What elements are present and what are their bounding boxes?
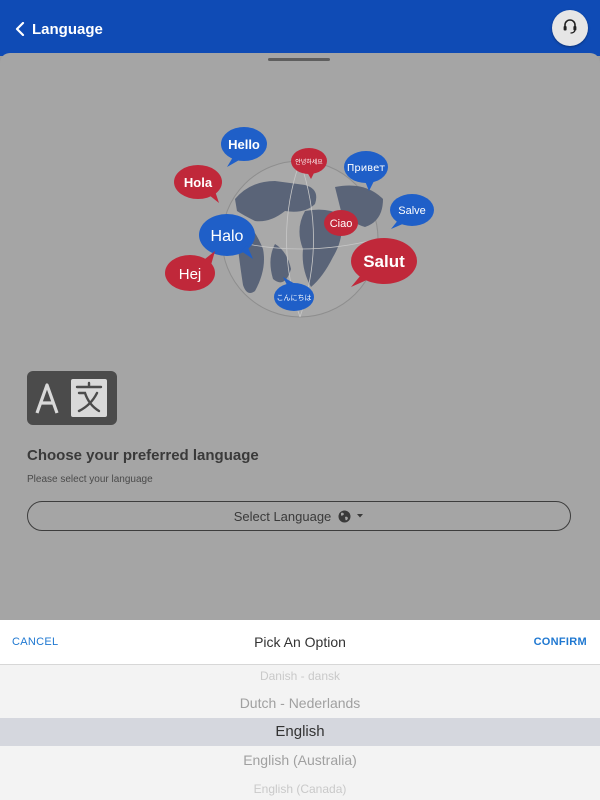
picker-option-selected[interactable]: English bbox=[0, 718, 600, 746]
chevron-left-icon bbox=[10, 15, 30, 43]
support-button[interactable] bbox=[552, 10, 588, 46]
picker-option[interactable]: English (Australia) bbox=[0, 752, 600, 768]
confirm-button[interactable]: CONFIRM bbox=[534, 636, 587, 648]
back-button[interactable]: Language bbox=[10, 15, 103, 43]
picker-option[interactable]: Danish - dansk bbox=[0, 669, 600, 683]
svg-text:こんにちは: こんにちは bbox=[277, 294, 312, 302]
bubble-hello: Hello bbox=[221, 127, 267, 167]
globe-icon bbox=[338, 510, 351, 523]
svg-text:Hola: Hola bbox=[184, 175, 213, 190]
page-title: Language bbox=[32, 20, 103, 38]
picker-title: Pick An Option bbox=[254, 634, 346, 650]
bubble-salut: Salut bbox=[351, 238, 417, 287]
svg-text:Hej: Hej bbox=[179, 266, 202, 283]
bubble-ciao: Ciao bbox=[324, 210, 358, 236]
svg-text:안녕하세요: 안녕하세요 bbox=[295, 158, 323, 166]
svg-text:Salve: Salve bbox=[398, 205, 426, 217]
content-sheet: Hello 안녕하세요 Привет Hola Salve Ciao Halo … bbox=[0, 53, 600, 623]
caret-down-icon bbox=[356, 513, 364, 519]
language-picker-wheel[interactable]: Danish - dansk Dutch - Nederlands Englis… bbox=[0, 665, 600, 800]
language-illustration: Hello 안녕하세요 Привет Hola Salve Ciao Halo … bbox=[165, 127, 434, 318]
app-header: Language bbox=[0, 0, 600, 56]
svg-text:Hello: Hello bbox=[228, 137, 260, 152]
picker-option[interactable]: English (Canada) bbox=[0, 782, 600, 796]
bubble-hola: Hola bbox=[174, 165, 222, 203]
bubble-halo: Halo bbox=[199, 214, 255, 259]
headset-icon bbox=[561, 17, 579, 40]
bubble-hej: Hej bbox=[165, 251, 215, 291]
section-heading: Choose your preferred language bbox=[27, 447, 259, 464]
section-subtitle: Please select your language bbox=[27, 474, 153, 485]
select-language-button[interactable]: Select Language bbox=[27, 501, 571, 531]
svg-text:Halo: Halo bbox=[211, 228, 244, 245]
svg-text:Salut: Salut bbox=[363, 252, 405, 271]
svg-text:Ciao: Ciao bbox=[330, 218, 353, 230]
svg-text:Привет: Привет bbox=[347, 163, 385, 174]
translate-icon bbox=[27, 371, 117, 425]
sheet-grabber[interactable] bbox=[268, 58, 330, 61]
picker-toolbar: CANCEL Pick An Option CONFIRM bbox=[0, 620, 600, 665]
select-language-label: Select Language bbox=[233, 508, 332, 524]
bubble-salve: Salve bbox=[390, 194, 434, 229]
picker-option[interactable]: Dutch - Nederlands bbox=[0, 695, 600, 711]
